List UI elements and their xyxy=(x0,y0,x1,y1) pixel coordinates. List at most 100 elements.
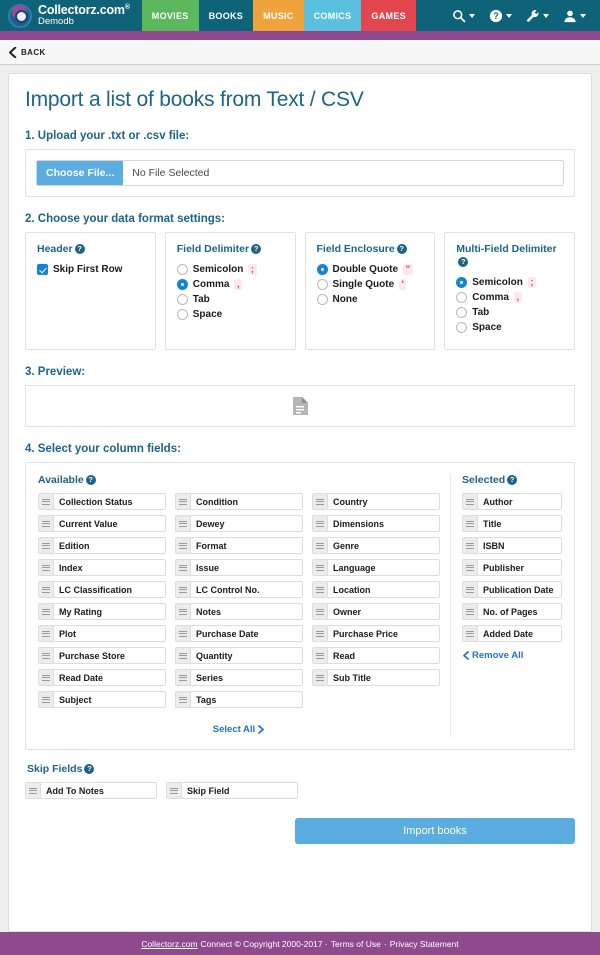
footer-privacy-link[interactable]: Privacy Statement xyxy=(390,939,459,949)
field-item[interactable]: Purchase Price xyxy=(312,625,440,643)
drag-handle-icon[interactable] xyxy=(39,560,54,576)
search-menu-button[interactable] xyxy=(452,9,475,23)
help-menu-button[interactable]: ? xyxy=(489,9,512,23)
field-item[interactable]: LC Classification xyxy=(38,581,166,599)
tab-music[interactable]: MUSIC xyxy=(253,0,304,31)
drag-handle-icon[interactable] xyxy=(313,582,328,598)
field-item[interactable]: Purchase Date xyxy=(175,625,303,643)
field-item[interactable]: Sub Title xyxy=(312,669,440,687)
brand-logo[interactable]: Collectorz.com® Demodb xyxy=(8,3,130,28)
tab-games[interactable]: GAMES xyxy=(361,0,416,31)
drag-handle-icon[interactable] xyxy=(313,604,328,620)
field-item[interactable]: Genre xyxy=(312,537,440,555)
radio-button[interactable] xyxy=(176,294,188,306)
field-item[interactable]: Index xyxy=(38,559,166,577)
field-item[interactable]: My Rating xyxy=(38,603,166,621)
help-icon[interactable]: ? xyxy=(507,475,518,486)
drag-handle-icon[interactable] xyxy=(176,538,191,554)
selected-field-item[interactable]: Title xyxy=(462,515,562,533)
drag-handle-icon[interactable] xyxy=(167,783,182,799)
radio-button[interactable] xyxy=(456,277,468,289)
radio-button[interactable] xyxy=(316,279,328,291)
field-item[interactable]: Issue xyxy=(175,559,303,577)
drag-handle-icon[interactable] xyxy=(463,494,478,510)
tab-comics[interactable]: COMICS xyxy=(303,0,362,31)
drag-handle-icon[interactable] xyxy=(39,516,54,532)
tools-menu-button[interactable] xyxy=(526,9,549,23)
field-item[interactable]: Condition xyxy=(175,493,303,511)
remove-all-link[interactable]: Remove All xyxy=(462,650,523,661)
radio-field-delimiter-space[interactable]: Space xyxy=(176,309,285,321)
drag-handle-icon[interactable] xyxy=(313,494,328,510)
drag-handle-icon[interactable] xyxy=(463,516,478,532)
drag-handle-icon[interactable] xyxy=(39,648,54,664)
help-icon[interactable]: ? xyxy=(85,475,96,486)
drag-handle-icon[interactable] xyxy=(463,538,478,554)
radio-field-delimiter-semicolon[interactable]: Semicolon ; xyxy=(176,264,285,276)
drag-handle-icon[interactable] xyxy=(176,560,191,576)
field-item[interactable]: Language xyxy=(312,559,440,577)
help-icon[interactable]: ? xyxy=(84,764,95,775)
drag-handle-icon[interactable] xyxy=(463,560,478,576)
field-item[interactable]: Edition xyxy=(38,537,166,555)
radio-button[interactable] xyxy=(456,307,468,319)
drag-handle-icon[interactable] xyxy=(39,582,54,598)
footer-collectorz-link[interactable]: Collectorz.com xyxy=(141,939,197,949)
account-menu-button[interactable] xyxy=(563,9,586,23)
drag-handle-icon[interactable] xyxy=(26,783,41,799)
content-scroll-area[interactable]: Import a list of books from Text / CSV 1… xyxy=(0,65,600,932)
selected-field-item[interactable]: Author xyxy=(462,493,562,511)
drag-handle-icon[interactable] xyxy=(176,516,191,532)
radio-multi-delimiter-space[interactable]: Space xyxy=(456,322,564,334)
radio-button[interactable] xyxy=(176,264,188,276)
drag-handle-icon[interactable] xyxy=(313,626,328,642)
field-item[interactable]: Series xyxy=(175,669,303,687)
field-item[interactable]: LC Control No. xyxy=(175,581,303,599)
footer-terms-link[interactable]: Terms of Use xyxy=(331,939,381,949)
radio-button[interactable] xyxy=(316,264,328,276)
radio-enclosure-single-quote[interactable]: Single Quote ' xyxy=(316,279,425,291)
drag-handle-icon[interactable] xyxy=(176,582,191,598)
field-item[interactable]: Read xyxy=(312,647,440,665)
field-item[interactable]: Collection Status xyxy=(38,493,166,511)
field-item[interactable]: Notes xyxy=(175,603,303,621)
drag-handle-icon[interactable] xyxy=(176,692,191,708)
field-item[interactable]: Country xyxy=(312,493,440,511)
selected-field-item[interactable]: ISBN xyxy=(462,537,562,555)
selected-field-item[interactable]: Publisher xyxy=(462,559,562,577)
skip-field-item[interactable]: Add To Notes xyxy=(25,782,157,800)
tab-books[interactable]: BOOKS xyxy=(199,0,254,31)
field-item[interactable]: Owner xyxy=(312,603,440,621)
drag-handle-icon[interactable] xyxy=(176,626,191,642)
drag-handle-icon[interactable] xyxy=(313,516,328,532)
help-icon[interactable]: ? xyxy=(74,244,85,254)
import-books-button[interactable]: Import books xyxy=(295,818,575,845)
field-item[interactable]: Location xyxy=(312,581,440,599)
field-item[interactable]: Quantity xyxy=(175,647,303,665)
drag-handle-icon[interactable] xyxy=(176,648,191,664)
file-input-group[interactable]: Choose File... No File Selected xyxy=(36,160,564,186)
radio-enclosure-double-quote[interactable]: Double Quote " xyxy=(316,264,425,276)
drag-handle-icon[interactable] xyxy=(313,648,328,664)
field-item[interactable]: Plot xyxy=(38,625,166,643)
radio-enclosure-none[interactable]: None xyxy=(316,294,425,306)
skip-first-row-checkbox[interactable] xyxy=(37,264,48,276)
radio-button[interactable] xyxy=(176,309,188,321)
back-button[interactable]: BACK xyxy=(8,46,46,58)
drag-handle-icon[interactable] xyxy=(39,538,54,554)
field-item[interactable]: Tags xyxy=(175,691,303,709)
radio-button[interactable] xyxy=(456,292,468,304)
drag-handle-icon[interactable] xyxy=(39,494,54,510)
skip-field-item[interactable]: Skip Field xyxy=(166,782,298,800)
drag-handle-icon[interactable] xyxy=(463,626,478,642)
drag-handle-icon[interactable] xyxy=(176,670,191,686)
drag-handle-icon[interactable] xyxy=(176,604,191,620)
radio-button[interactable] xyxy=(456,322,468,334)
drag-handle-icon[interactable] xyxy=(39,670,54,686)
drag-handle-icon[interactable] xyxy=(463,604,478,620)
radio-multi-delimiter-comma[interactable]: Comma , xyxy=(456,292,564,304)
drag-handle-icon[interactable] xyxy=(176,494,191,510)
drag-handle-icon[interactable] xyxy=(313,560,328,576)
field-item[interactable]: Subject xyxy=(38,691,166,709)
field-item[interactable]: Current Value xyxy=(38,515,166,533)
